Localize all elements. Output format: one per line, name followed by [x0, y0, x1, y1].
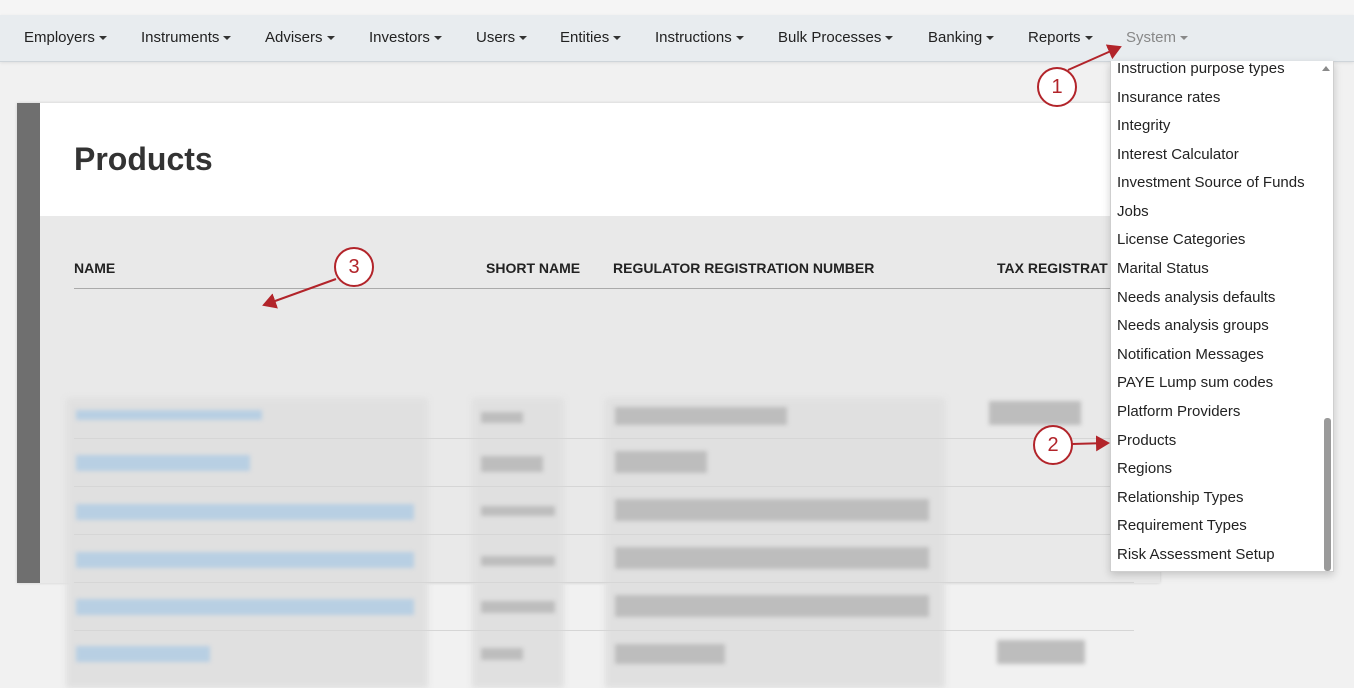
nav-investors-label: Investors	[369, 29, 430, 46]
short-name-redacted	[481, 506, 555, 516]
caret-down-icon	[735, 36, 744, 41]
product-name-link-redacted[interactable]	[76, 552, 414, 568]
menu-item-jobs[interactable]: Jobs	[1117, 202, 1149, 222]
nav-instruments[interactable]: Instruments	[141, 15, 232, 61]
caret-down-icon	[223, 36, 232, 41]
nav-entities[interactable]: Entities	[560, 15, 622, 61]
menu-item-relationship-types[interactable]: Relationship Types	[1117, 488, 1243, 508]
nav-instruments-label: Instruments	[141, 29, 220, 46]
nav-entities-label: Entities	[560, 29, 610, 46]
menu-item-license-categories[interactable]: License Categories	[1117, 230, 1245, 250]
nav-investors[interactable]: Investors	[369, 15, 442, 61]
regulator-number-redacted	[615, 499, 929, 521]
tax-registration-redacted	[989, 401, 1081, 425]
product-name-link-redacted[interactable]	[76, 410, 262, 420]
menu-item-marital-status[interactable]: Marital Status	[1117, 259, 1209, 279]
menu-item-products[interactable]: Products	[1117, 431, 1176, 451]
main-navbar: Employers Instruments Advisers Investors…	[0, 15, 1354, 62]
caret-down-icon	[326, 36, 335, 41]
menu-item-instruction-purpose-types[interactable]: Instruction purpose types	[1117, 61, 1285, 79]
row-divider	[74, 534, 1134, 535]
menu-item-needs-analysis-groups[interactable]: Needs analysis groups	[1117, 316, 1269, 336]
products-panel: Products NAME SHORT NAME REGULATOR REGIS…	[17, 103, 1160, 688]
menu-item-risk-assessment-setup[interactable]: Risk Assessment Setup	[1117, 545, 1275, 565]
top-strip	[0, 0, 1354, 15]
menu-item-platform-providers[interactable]: Platform Providers	[1117, 402, 1240, 422]
row-divider	[74, 438, 1134, 439]
nav-system-label: System	[1126, 29, 1177, 46]
product-name-link-redacted[interactable]	[76, 504, 414, 520]
nav-instructions-label: Instructions	[655, 29, 732, 46]
table-header-divider	[74, 288, 1134, 289]
short-name-redacted	[481, 456, 543, 472]
caret-down-icon	[885, 36, 894, 41]
nav-bulk-processes-label: Bulk Processes	[778, 29, 882, 46]
regulator-number-redacted	[615, 595, 929, 617]
nav-banking-label: Banking	[928, 29, 983, 46]
menu-item-investment-source-of-funds[interactable]: Investment Source of Funds	[1117, 173, 1305, 193]
product-name-link-redacted[interactable]	[76, 646, 210, 662]
menu-item-regions[interactable]: Regions	[1117, 459, 1172, 479]
nav-banking[interactable]: Banking	[928, 15, 995, 61]
short-name-redacted	[481, 601, 555, 613]
product-name-link-redacted[interactable]	[76, 455, 250, 471]
column-header-short-name[interactable]: SHORT NAME	[486, 260, 580, 276]
nav-users[interactable]: Users	[476, 15, 528, 61]
menu-item-notification-messages[interactable]: Notification Messages	[1117, 345, 1264, 365]
menu-item-interest-calculator[interactable]: Interest Calculator	[1117, 145, 1239, 165]
menu-item-requirement-types[interactable]: Requirement Types	[1117, 516, 1247, 536]
row-divider	[74, 630, 1134, 631]
column-header-tax-registration[interactable]: TAX REGISTRAT	[997, 260, 1108, 276]
scroll-up-arrow-icon[interactable]	[1322, 66, 1330, 71]
dropdown-scrollbar[interactable]	[1321, 61, 1333, 571]
menu-item-integrity[interactable]: Integrity	[1117, 116, 1170, 136]
nav-bulk-processes[interactable]: Bulk Processes	[778, 15, 894, 61]
scrollbar-thumb[interactable]	[1324, 418, 1331, 571]
regulator-number-redacted	[615, 407, 787, 425]
row-divider	[74, 486, 1134, 487]
menu-item-paye-lump-sum-codes[interactable]: PAYE Lump sum codes	[1117, 373, 1273, 393]
caret-down-icon	[519, 36, 528, 41]
short-name-redacted	[481, 412, 523, 423]
caret-down-icon	[433, 36, 442, 41]
regulator-number-redacted	[615, 547, 929, 569]
panel-header: Products	[40, 103, 1160, 216]
menu-item-insurance-rates[interactable]: Insurance rates	[1117, 88, 1220, 108]
short-name-redacted	[481, 648, 523, 660]
caret-down-icon	[613, 36, 622, 41]
regulator-number-redacted	[615, 644, 725, 664]
row-divider	[74, 582, 1134, 583]
caret-down-icon	[1084, 36, 1093, 41]
nav-employers-label: Employers	[24, 29, 95, 46]
products-table: NAME SHORT NAME REGULATOR REGISTRATION N…	[40, 216, 1160, 688]
nav-instructions[interactable]: Instructions	[655, 15, 744, 61]
blurred-column-bg	[472, 398, 564, 688]
nav-system[interactable]: System	[1126, 15, 1189, 61]
nav-advisers[interactable]: Advisers	[265, 15, 335, 61]
product-name-link-redacted[interactable]	[76, 599, 414, 615]
caret-down-icon	[1180, 36, 1189, 41]
short-name-redacted	[481, 556, 555, 566]
caret-down-icon	[986, 36, 995, 41]
callout-marker-2: 2	[1033, 425, 1073, 465]
nav-employers[interactable]: Employers	[24, 15, 107, 61]
callout-marker-1: 1	[1037, 67, 1077, 107]
nav-advisers-label: Advisers	[265, 29, 323, 46]
menu-item-needs-analysis-defaults[interactable]: Needs analysis defaults	[1117, 288, 1275, 308]
caret-down-icon	[98, 36, 107, 41]
column-header-regulator-registration-number[interactable]: REGULATOR REGISTRATION NUMBER	[613, 260, 874, 276]
tax-registration-redacted	[997, 640, 1085, 664]
regulator-number-redacted	[615, 451, 707, 473]
nav-users-label: Users	[476, 29, 516, 46]
nav-reports-label: Reports	[1028, 29, 1081, 46]
nav-reports[interactable]: Reports	[1028, 15, 1093, 61]
page-title: Products	[74, 141, 213, 177]
system-dropdown-menu: Instruction purpose types Insurance rate…	[1110, 61, 1334, 572]
callout-marker-3: 3	[334, 247, 374, 287]
column-header-name[interactable]: NAME	[74, 260, 115, 276]
blurred-column-bg	[66, 398, 428, 688]
